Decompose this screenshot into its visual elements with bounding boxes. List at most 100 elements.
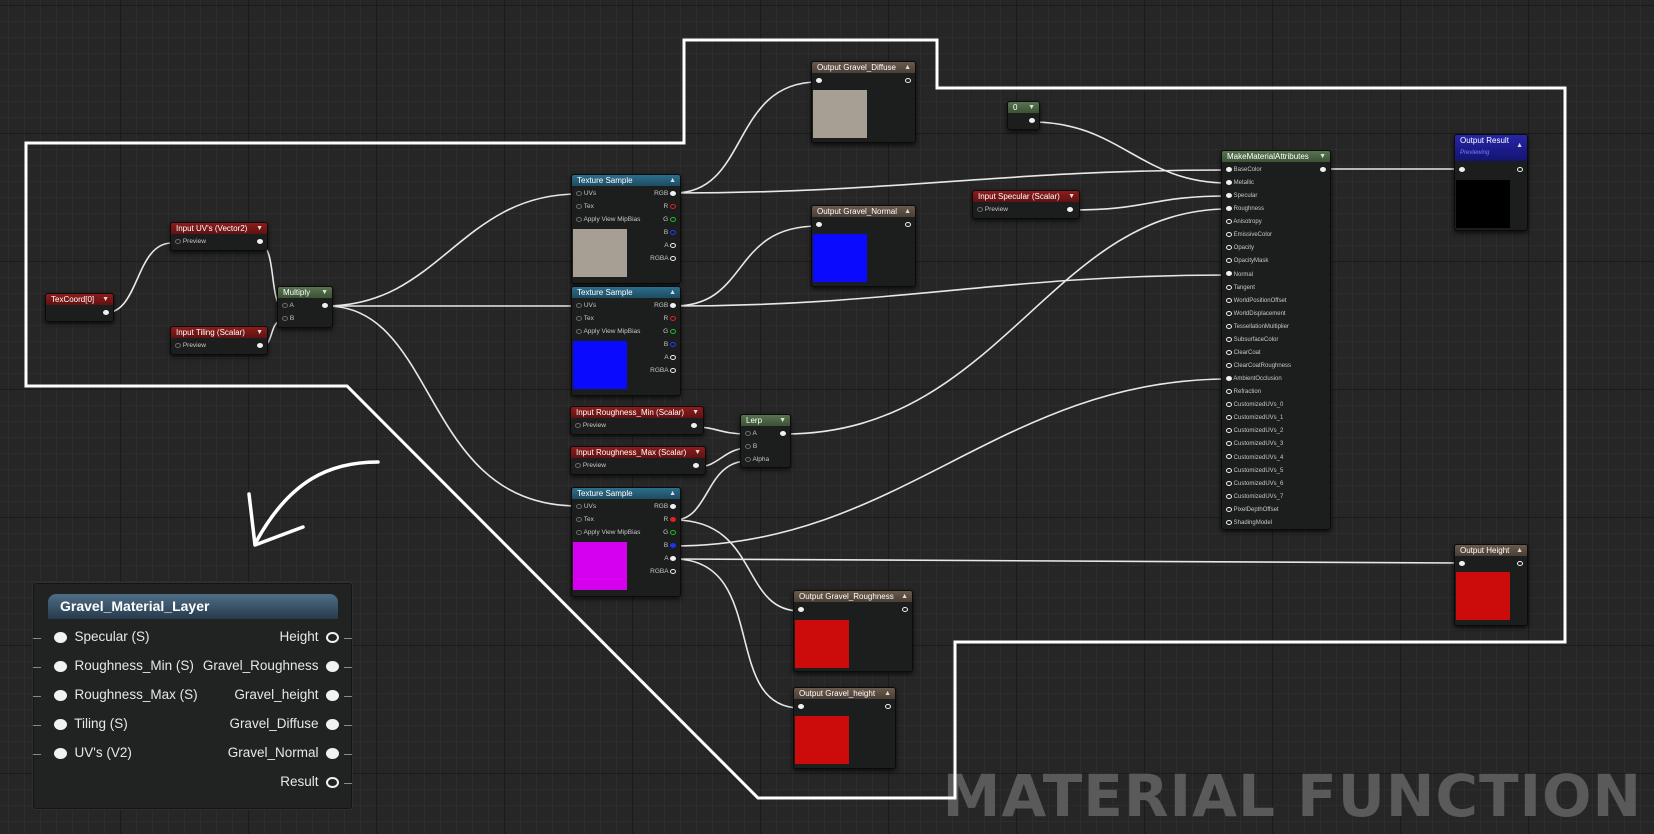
input-pin[interactable] (576, 302, 582, 308)
node-header[interactable]: Output Result Previewing ▲ (1455, 135, 1527, 161)
input-pin[interactable] (1226, 336, 1232, 342)
output-pin[interactable] (670, 255, 676, 261)
node-header[interactable]: Output Gravel_height ▲ (794, 688, 895, 699)
texture-sample-node-diffuse[interactable]: Texture Sample ▲ UVs Tex Apply View MipBi… (571, 174, 681, 284)
node-header[interactable]: Output Gravel_Roughness ▲ (794, 591, 912, 602)
input-pin[interactable] (1226, 271, 1232, 277)
input-pin[interactable] (576, 190, 582, 196)
node-header[interactable]: Texture Sample ▲ (572, 175, 680, 186)
collapse-arrow-icon[interactable]: ▲ (904, 206, 911, 217)
output-pin[interactable] (905, 221, 911, 227)
layer-output-pin-row[interactable]: Gravel_Roughness (203, 658, 339, 673)
input-pin[interactable] (576, 203, 582, 209)
collapse-arrow-icon[interactable]: ▼ (1068, 191, 1075, 202)
input-pin[interactable] (175, 238, 181, 244)
output-pin[interactable] (326, 660, 339, 672)
layer-input-pin-row[interactable]: Tiling (S) (54, 716, 128, 731)
input-pin[interactable] (798, 606, 804, 612)
input-pin[interactable] (1459, 560, 1465, 566)
make-material-attributes-node[interactable]: MakeMaterialAttributes ▼ BaseColor Metall… (1221, 150, 1331, 530)
input-pin[interactable] (1226, 519, 1232, 525)
collapse-arrow-icon[interactable]: ▲ (901, 591, 908, 602)
input-pin[interactable] (1226, 493, 1232, 499)
input-specular-node[interactable]: Input Specular (Scalar) ▼ Preview (972, 190, 1080, 219)
collapse-arrow-icon[interactable]: ▲ (904, 62, 911, 73)
collapse-arrow-icon[interactable]: ▼ (102, 294, 109, 305)
output-pin[interactable] (670, 229, 676, 235)
output-pin[interactable] (1320, 166, 1326, 172)
node-header[interactable]: Input UV's (Vector2) ▼ (171, 223, 267, 234)
input-pin[interactable] (1226, 362, 1232, 368)
input-pin[interactable] (745, 443, 751, 449)
material-layer-node[interactable]: Gravel_Material_Layer Specular (S) Rough… (33, 583, 352, 809)
node-header[interactable]: Lerp ▼ (741, 415, 790, 426)
input-pin[interactable] (1226, 219, 1232, 225)
input-uvs-node[interactable]: Input UV's (Vector2) ▼ Preview (170, 222, 268, 251)
texture-sample-node-mask[interactable]: Texture Sample ▲ UVs Tex Apply View MipBi… (571, 487, 681, 597)
input-pin[interactable] (1226, 415, 1232, 421)
input-pin[interactable] (816, 221, 822, 227)
collapse-arrow-icon[interactable]: ▲ (669, 175, 676, 186)
input-pin[interactable] (798, 703, 804, 709)
input-pin[interactable] (1226, 441, 1232, 447)
input-pin[interactable] (576, 516, 582, 522)
output-gravel-height-node[interactable]: Output Gravel_height ▲ (793, 687, 896, 769)
output-pin[interactable] (693, 462, 699, 468)
output-pin[interactable] (902, 606, 908, 612)
output-pin[interactable] (670, 341, 676, 347)
output-gravel-roughness-node[interactable]: Output Gravel_Roughness ▲ (793, 590, 913, 672)
output-result-node[interactable]: Output Result Previewing ▲ (1454, 134, 1528, 231)
layer-input-pin-row[interactable]: Roughness_Max (S) (54, 687, 198, 702)
input-pin[interactable] (1226, 323, 1232, 329)
input-pin[interactable] (1226, 193, 1232, 199)
output-pin[interactable] (670, 302, 676, 308)
input-pin[interactable] (54, 660, 67, 672)
collapse-arrow-icon[interactable]: ▼ (256, 223, 263, 234)
output-pin[interactable] (670, 555, 676, 561)
collapse-arrow-icon[interactable]: ▲ (669, 287, 676, 298)
constant-zero-node[interactable]: 0 ▼ (1007, 101, 1040, 130)
input-pin[interactable] (575, 422, 581, 428)
node-header[interactable]: Output Gravel_Normal ▲ (812, 206, 915, 217)
node-header[interactable]: Output Gravel_Diffuse ▲ (812, 62, 915, 73)
input-pin[interactable] (175, 342, 181, 348)
layer-output-pin-row[interactable]: Result (280, 774, 339, 789)
input-pin[interactable] (1226, 245, 1232, 251)
collapse-arrow-icon[interactable]: ▼ (1319, 151, 1326, 162)
layer-output-pin-row[interactable]: Gravel_height (234, 687, 339, 702)
input-pin[interactable] (1226, 166, 1232, 172)
output-pin[interactable] (905, 77, 911, 83)
layer-input-pin-row[interactable]: Roughness_Min (S) (54, 658, 194, 673)
input-pin[interactable] (1226, 389, 1232, 395)
input-pin[interactable] (54, 631, 67, 643)
input-pin[interactable] (1226, 454, 1232, 460)
input-pin[interactable] (1226, 467, 1232, 473)
input-roughness-max-node[interactable]: Input Roughness_Max (Scalar) ▼ Preview (570, 446, 706, 475)
collapse-arrow-icon[interactable]: ▼ (1028, 102, 1035, 113)
material-graph-canvas[interactable]: TexCoord[0] ▼ Input UV's (Vector2) ▼ Previ… (0, 0, 1654, 834)
node-header[interactable]: Input Roughness_Max (Scalar) ▼ (571, 447, 705, 458)
input-pin[interactable] (745, 430, 751, 436)
collapse-arrow-icon[interactable]: ▼ (321, 287, 328, 298)
collapse-arrow-icon[interactable]: ▲ (884, 688, 891, 699)
input-pin[interactable] (1226, 179, 1232, 185)
input-tiling-node[interactable]: Input Tiling (Scalar) ▼ Preview (170, 326, 268, 355)
layer-output-pin-row[interactable]: Gravel_Normal (228, 745, 339, 760)
output-gravel-normal-node[interactable]: Output Gravel_Normal ▲ (811, 205, 916, 287)
texcoord-node[interactable]: TexCoord[0] ▼ (45, 293, 114, 322)
node-header[interactable]: Output Height ▲ (1455, 545, 1527, 556)
node-header[interactable]: 0 ▼ (1008, 102, 1039, 113)
output-pin[interactable] (1517, 166, 1523, 172)
output-pin[interactable] (670, 516, 676, 522)
input-pin[interactable] (1226, 402, 1232, 408)
output-pin[interactable] (103, 309, 109, 315)
input-pin[interactable] (1226, 232, 1232, 238)
input-pin[interactable] (816, 77, 822, 83)
input-pin[interactable] (576, 328, 582, 334)
output-pin[interactable] (326, 718, 339, 730)
lerp-node[interactable]: Lerp ▼ A B Alpha (740, 414, 791, 468)
multiply-node[interactable]: Multiply ▼ A B (277, 286, 333, 328)
input-pin[interactable] (575, 462, 581, 468)
output-pin[interactable] (1517, 560, 1523, 566)
input-pin[interactable] (977, 206, 983, 212)
